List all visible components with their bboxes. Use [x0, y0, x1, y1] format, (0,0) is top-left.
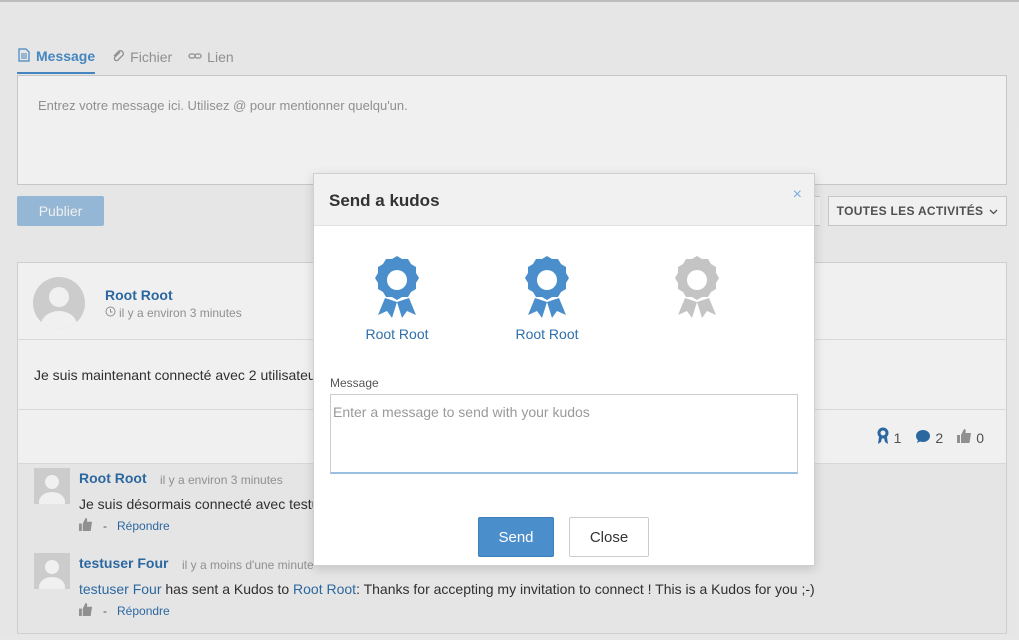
send-button[interactable]: Send: [478, 517, 554, 557]
kudos-recipient-empty[interactable]: [657, 254, 737, 326]
kudos-recipient[interactable]: Root Root: [507, 254, 587, 342]
recipient-name: Root Root: [515, 326, 579, 342]
dialog-title: Send a kudos: [329, 191, 440, 210]
close-icon[interactable]: ×: [793, 186, 802, 204]
close-button[interactable]: Close: [569, 517, 649, 557]
kudos-recipient[interactable]: Root Root: [357, 254, 437, 342]
recipient-name: Root Root: [365, 326, 429, 342]
send-kudos-dialog: Send a kudos × Root Root Root Root Messa…: [313, 173, 815, 566]
award-ribbon-icon: [507, 254, 587, 320]
dialog-header: Send a kudos ×: [314, 174, 814, 226]
message-label: Message: [330, 376, 379, 390]
award-ribbon-icon: [357, 254, 437, 320]
award-ribbon-icon: [657, 254, 737, 320]
kudos-message-field[interactable]: Enter a message to send with your kudos: [330, 394, 798, 474]
message-placeholder: Enter a message to send with your kudos: [333, 404, 590, 420]
